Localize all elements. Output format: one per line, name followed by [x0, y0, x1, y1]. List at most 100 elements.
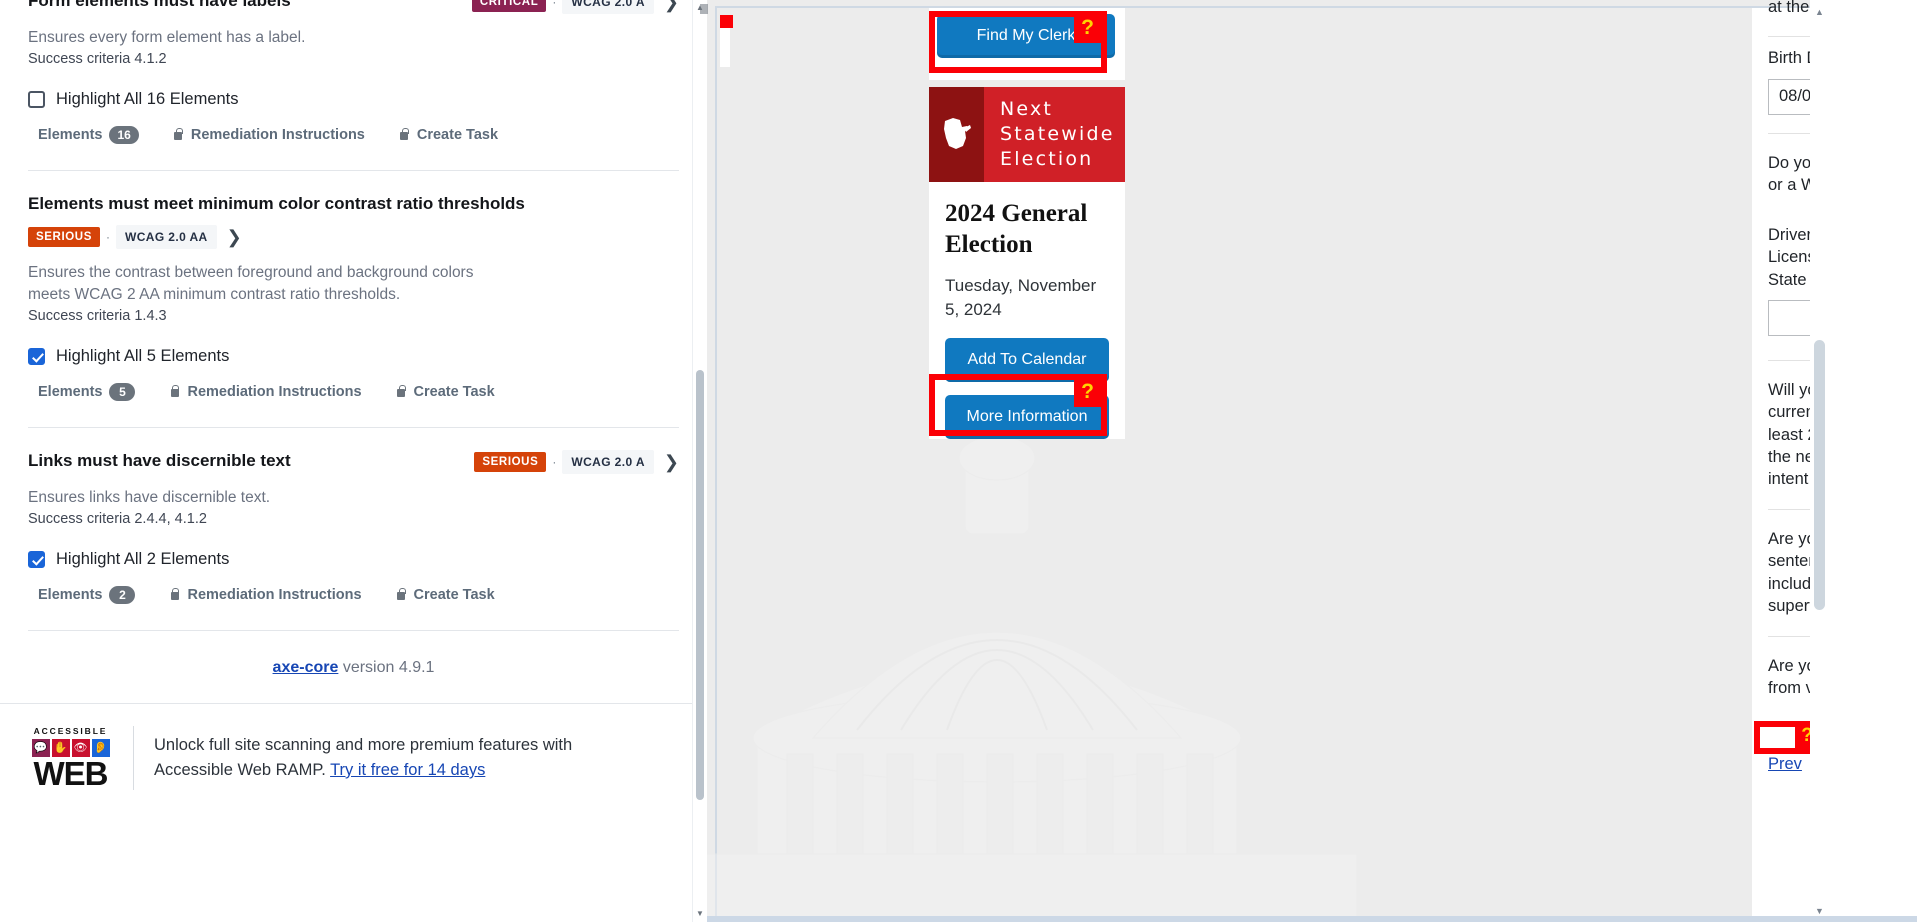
remediation-instructions-link[interactable]: Remediation Instructions [173, 127, 365, 143]
next-statewide-election-banner: Next Statewide Election [929, 87, 1125, 182]
chevron-right-icon[interactable]: ❯ [660, 0, 679, 11]
lock-icon [173, 128, 184, 142]
wisconsin-state-icon [943, 117, 971, 149]
highlight-all-toggle[interactable]: Highlight All 16 Elements [28, 90, 679, 109]
scroll-down-icon[interactable]: ▼ [693, 907, 707, 921]
highlight-checkbox[interactable] [28, 551, 45, 569]
election-title: 2024 General Election [945, 200, 1088, 258]
rule-criteria: Success criteria 2.4.4, 4.1.2 [28, 511, 207, 528]
highlight-label: Highlight All 2 Elements [56, 550, 230, 569]
promo-cta-link[interactable]: Try it free for 14 days [330, 761, 485, 779]
browser-scrollbar[interactable]: ▲ ▼ [1810, 0, 1829, 922]
remediation-instructions-link[interactable]: Remediation Instructions [169, 384, 362, 400]
highlight-label: Highlight All 5 Elements [56, 347, 230, 366]
create-task-label: Create Task [416, 127, 499, 144]
highlight-checkbox[interactable] [28, 348, 45, 366]
axe-core-link[interactable]: axe-core [273, 659, 339, 676]
rule-actions: Elements 5 Remediation Instructions Crea… [28, 383, 679, 402]
tag-separator: · [552, 0, 557, 9]
rule-tags: SERIOUS · WCAG 2.0 AA ❯ [28, 225, 679, 250]
highlight-label: Highlight All 16 Elements [56, 90, 239, 109]
accessible-web-promo: ACCESSIBLE 💬 ✋ 👁 👂 WEB Unlock full site … [0, 703, 707, 812]
speech-bubble-icon: 💬 [31, 739, 50, 758]
eye-icon: 👁 [71, 739, 90, 758]
promo-divider [133, 726, 134, 790]
wcag-tag: WCAG 2.0 A [562, 0, 654, 14]
accessible-web-logo: ACCESSIBLE 💬 ✋ 👁 👂 WEB [28, 726, 113, 793]
rule-actions: Elements 16 Remediation Instructions Cre… [28, 126, 679, 145]
rule-tags: CRITICAL · WCAG 2.0 A ❯ [471, 0, 679, 14]
lock-icon [169, 385, 180, 399]
logo-top-text: ACCESSIBLE [33, 726, 108, 737]
panel-resize-handle[interactable] [700, 4, 708, 14]
page-body: Find My Clerk ? Next Statewide Election … [707, 0, 1829, 922]
create-task-label: Create Task [413, 587, 495, 604]
browser-scrollbar-thumb[interactable] [1814, 340, 1825, 610]
promo-text: Unlock full site scanning and more premi… [154, 733, 584, 783]
annotation-question-mark: ? [1074, 379, 1101, 407]
highlight-checkbox[interactable] [28, 91, 45, 109]
elements-count-badge: 2 [109, 586, 136, 605]
highlight-all-toggle[interactable]: Highlight All 2 Elements [28, 550, 679, 569]
create-task-link[interactable]: Create Task [399, 127, 498, 143]
election-date: Tuesday, November 5, 2024 [945, 276, 1097, 320]
remediation-instructions-link[interactable]: Remediation Instructions [169, 587, 362, 604]
elements-link[interactable]: Elements 5 [38, 383, 136, 402]
rule-title: Elements must meet minimum color contras… [28, 194, 525, 214]
tag-separator: · [552, 455, 557, 470]
rule-criteria: Success criteria 1.4.3 [28, 308, 167, 325]
banner-text: Next Statewide Election [984, 87, 1125, 182]
axe-core-version: axe-core version 4.9.1 [0, 631, 707, 703]
scroll-up-icon[interactable]: ▲ [1810, 4, 1829, 21]
annotation-corner-marker [720, 15, 733, 28]
rule-description: Ensures every form element has a label. [28, 29, 306, 46]
create-task-label: Create Task [413, 384, 495, 401]
elements-count-badge: 16 [109, 126, 139, 145]
logo-bottom-text: WEB [33, 755, 109, 793]
lock-icon [169, 588, 180, 602]
elements-count-badge: 5 [109, 383, 136, 402]
remediation-label: Remediation Instructions [190, 127, 365, 144]
elements-link[interactable]: Elements 16 [38, 126, 139, 145]
rule-tags: SERIOUS · WCAG 2.0 A ❯ [474, 450, 679, 475]
rule-card: Form elements must have labels CRITICAL … [0, 0, 707, 145]
banner-line-1: Next [1000, 97, 1054, 120]
elements-label: Elements [38, 587, 103, 604]
lock-icon [396, 385, 407, 399]
viewport-bottom-edge [707, 916, 1917, 922]
lock-icon [396, 588, 407, 602]
tag-separator: · [105, 230, 110, 245]
rule-description: Ensures the contrast between foreground … [28, 264, 474, 304]
rule-actions: Elements 2 Remediation Instructions Crea… [28, 586, 679, 605]
banner-line-3: Election [1000, 148, 1094, 171]
elements-label: Elements [38, 127, 103, 144]
rule-title: Form elements must have labels [28, 0, 291, 10]
create-task-link[interactable]: Create Task [396, 384, 495, 400]
prev-link[interactable]: Prev [1768, 755, 1802, 774]
wcag-tag: WCAG 2.0 AA [115, 225, 217, 250]
highlight-all-toggle[interactable]: Highlight All 5 Elements [28, 347, 679, 366]
chevron-right-icon[interactable]: ❯ [660, 453, 679, 471]
chevron-right-icon[interactable]: ❯ [223, 228, 242, 246]
elements-label: Elements [38, 384, 103, 401]
lock-icon [399, 128, 410, 142]
axe-devtools-panel: Form elements must have labels CRITICAL … [0, 0, 707, 922]
panel-scrollbar-thumb[interactable] [696, 370, 704, 800]
annotation-question-mark: ? [1074, 15, 1101, 43]
panel-scrollbar[interactable]: ▲ ▼ [692, 0, 707, 922]
axe-core-version-text: version 4.9.1 [338, 659, 435, 677]
rule-header: Links must have discernible text SERIOUS… [28, 450, 679, 475]
remediation-label: Remediation Instructions [187, 587, 362, 604]
ear-icon: 👂 [91, 739, 110, 758]
impact-badge: CRITICAL [471, 0, 547, 12]
rule-criteria: Success criteria 4.1.2 [28, 51, 167, 67]
hand-icon: ✋ [51, 739, 70, 758]
banner-line-2: Statewide [1000, 122, 1115, 145]
rule-title: Links must have discernible text [28, 451, 291, 471]
impact-badge: SERIOUS [474, 452, 547, 473]
elements-link[interactable]: Elements 2 [38, 586, 136, 605]
rule-description: Ensures links have discernible text. [28, 489, 271, 507]
browser-viewport: Find My Clerk ? Next Statewide Election … [707, 0, 1829, 922]
impact-badge: SERIOUS [28, 227, 100, 248]
create-task-link[interactable]: Create Task [396, 587, 495, 603]
